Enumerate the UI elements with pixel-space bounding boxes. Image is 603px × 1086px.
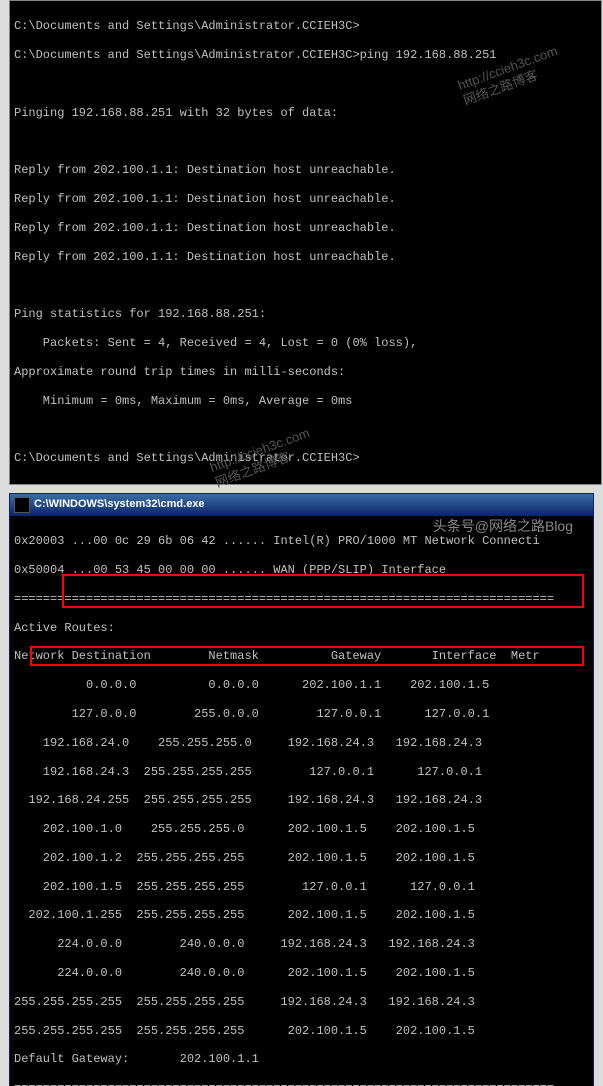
route-row: 202.100.1.2 255.255.255.255 202.100.1.5 … xyxy=(14,851,475,865)
interface-line: 0x20003 ...00 0c 29 6b 06 42 ...... Inte… xyxy=(14,534,540,548)
divider: ========================================… xyxy=(14,592,554,606)
route-terminal: 0x20003 ...00 0c 29 6b 06 42 ...... Inte… xyxy=(10,516,593,1086)
route-row: 127.0.0.0 255.0.0.0 127.0.0.1 127.0.0.1 xyxy=(14,707,489,721)
interface-line: 0x50004 ...00 53 45 00 00 00 ...... WAN … xyxy=(14,563,446,577)
ping-reply: Reply from 202.100.1.1: Destination host… xyxy=(14,250,396,264)
ping-approx: Approximate round trip times in milli-se… xyxy=(14,365,345,379)
window-titlebar[interactable]: C:\WINDOWS\system32\cmd.exe xyxy=(10,494,593,516)
route-row: 202.100.1.255 255.255.255.255 202.100.1.… xyxy=(14,908,475,922)
route-row: 202.100.1.0 255.255.255.0 202.100.1.5 20… xyxy=(14,822,475,836)
ping-reply: Reply from 202.100.1.1: Destination host… xyxy=(14,163,396,177)
ping-packets: Packets: Sent = 4, Received = 4, Lost = … xyxy=(14,336,417,350)
cmd-window: C:\WINDOWS\system32\cmd.exe 0x20003 ...0… xyxy=(9,493,594,1086)
route-row: 255.255.255.255 255.255.255.255 192.168.… xyxy=(14,995,475,1009)
active-routes-label: Active Routes: xyxy=(14,621,115,635)
prompt-line: C:\Documents and Settings\Administrator.… xyxy=(14,19,360,33)
ping-command: C:\Documents and Settings\Administrator.… xyxy=(14,48,496,62)
cmd-icon xyxy=(14,497,30,513)
route-row: 255.255.255.255 255.255.255.255 202.100.… xyxy=(14,1024,475,1038)
ping-reply: Reply from 202.100.1.1: Destination host… xyxy=(14,221,396,235)
divider: ========================================… xyxy=(14,1081,554,1086)
default-gateway: Default Gateway: 202.100.1.1 xyxy=(14,1052,259,1066)
ping-terminal: C:\Documents and Settings\Administrator.… xyxy=(9,0,602,485)
ping-stats: Ping statistics for 192.168.88.251: xyxy=(14,307,266,321)
ping-reply: Reply from 202.100.1.1: Destination host… xyxy=(14,192,396,206)
footer-credit: 头条号@网络之路Blog xyxy=(433,518,573,535)
window-title: C:\WINDOWS\system32\cmd.exe xyxy=(34,498,205,511)
ping-times: Minimum = 0ms, Maximum = 0ms, Average = … xyxy=(14,394,352,408)
route-row: 224.0.0.0 240.0.0.0 202.100.1.5 202.100.… xyxy=(14,966,475,980)
route-row: 202.100.1.5 255.255.255.255 127.0.0.1 12… xyxy=(14,880,475,894)
prompt-line: C:\Documents and Settings\Administrator.… xyxy=(14,451,360,465)
route-row: 192.168.24.3 255.255.255.255 127.0.0.1 1… xyxy=(14,765,482,779)
route-row: 192.168.24.0 255.255.255.0 192.168.24.3 … xyxy=(14,736,482,750)
route-row: 0.0.0.0 0.0.0.0 202.100.1.1 202.100.1.5 xyxy=(14,678,489,692)
route-row: 224.0.0.0 240.0.0.0 192.168.24.3 192.168… xyxy=(14,937,475,951)
route-row: 192.168.24.255 255.255.255.255 192.168.2… xyxy=(14,793,482,807)
ping-header: Pinging 192.168.88.251 with 32 bytes of … xyxy=(14,106,338,120)
route-header: Network Destination Netmask Gateway Inte… xyxy=(14,649,540,663)
